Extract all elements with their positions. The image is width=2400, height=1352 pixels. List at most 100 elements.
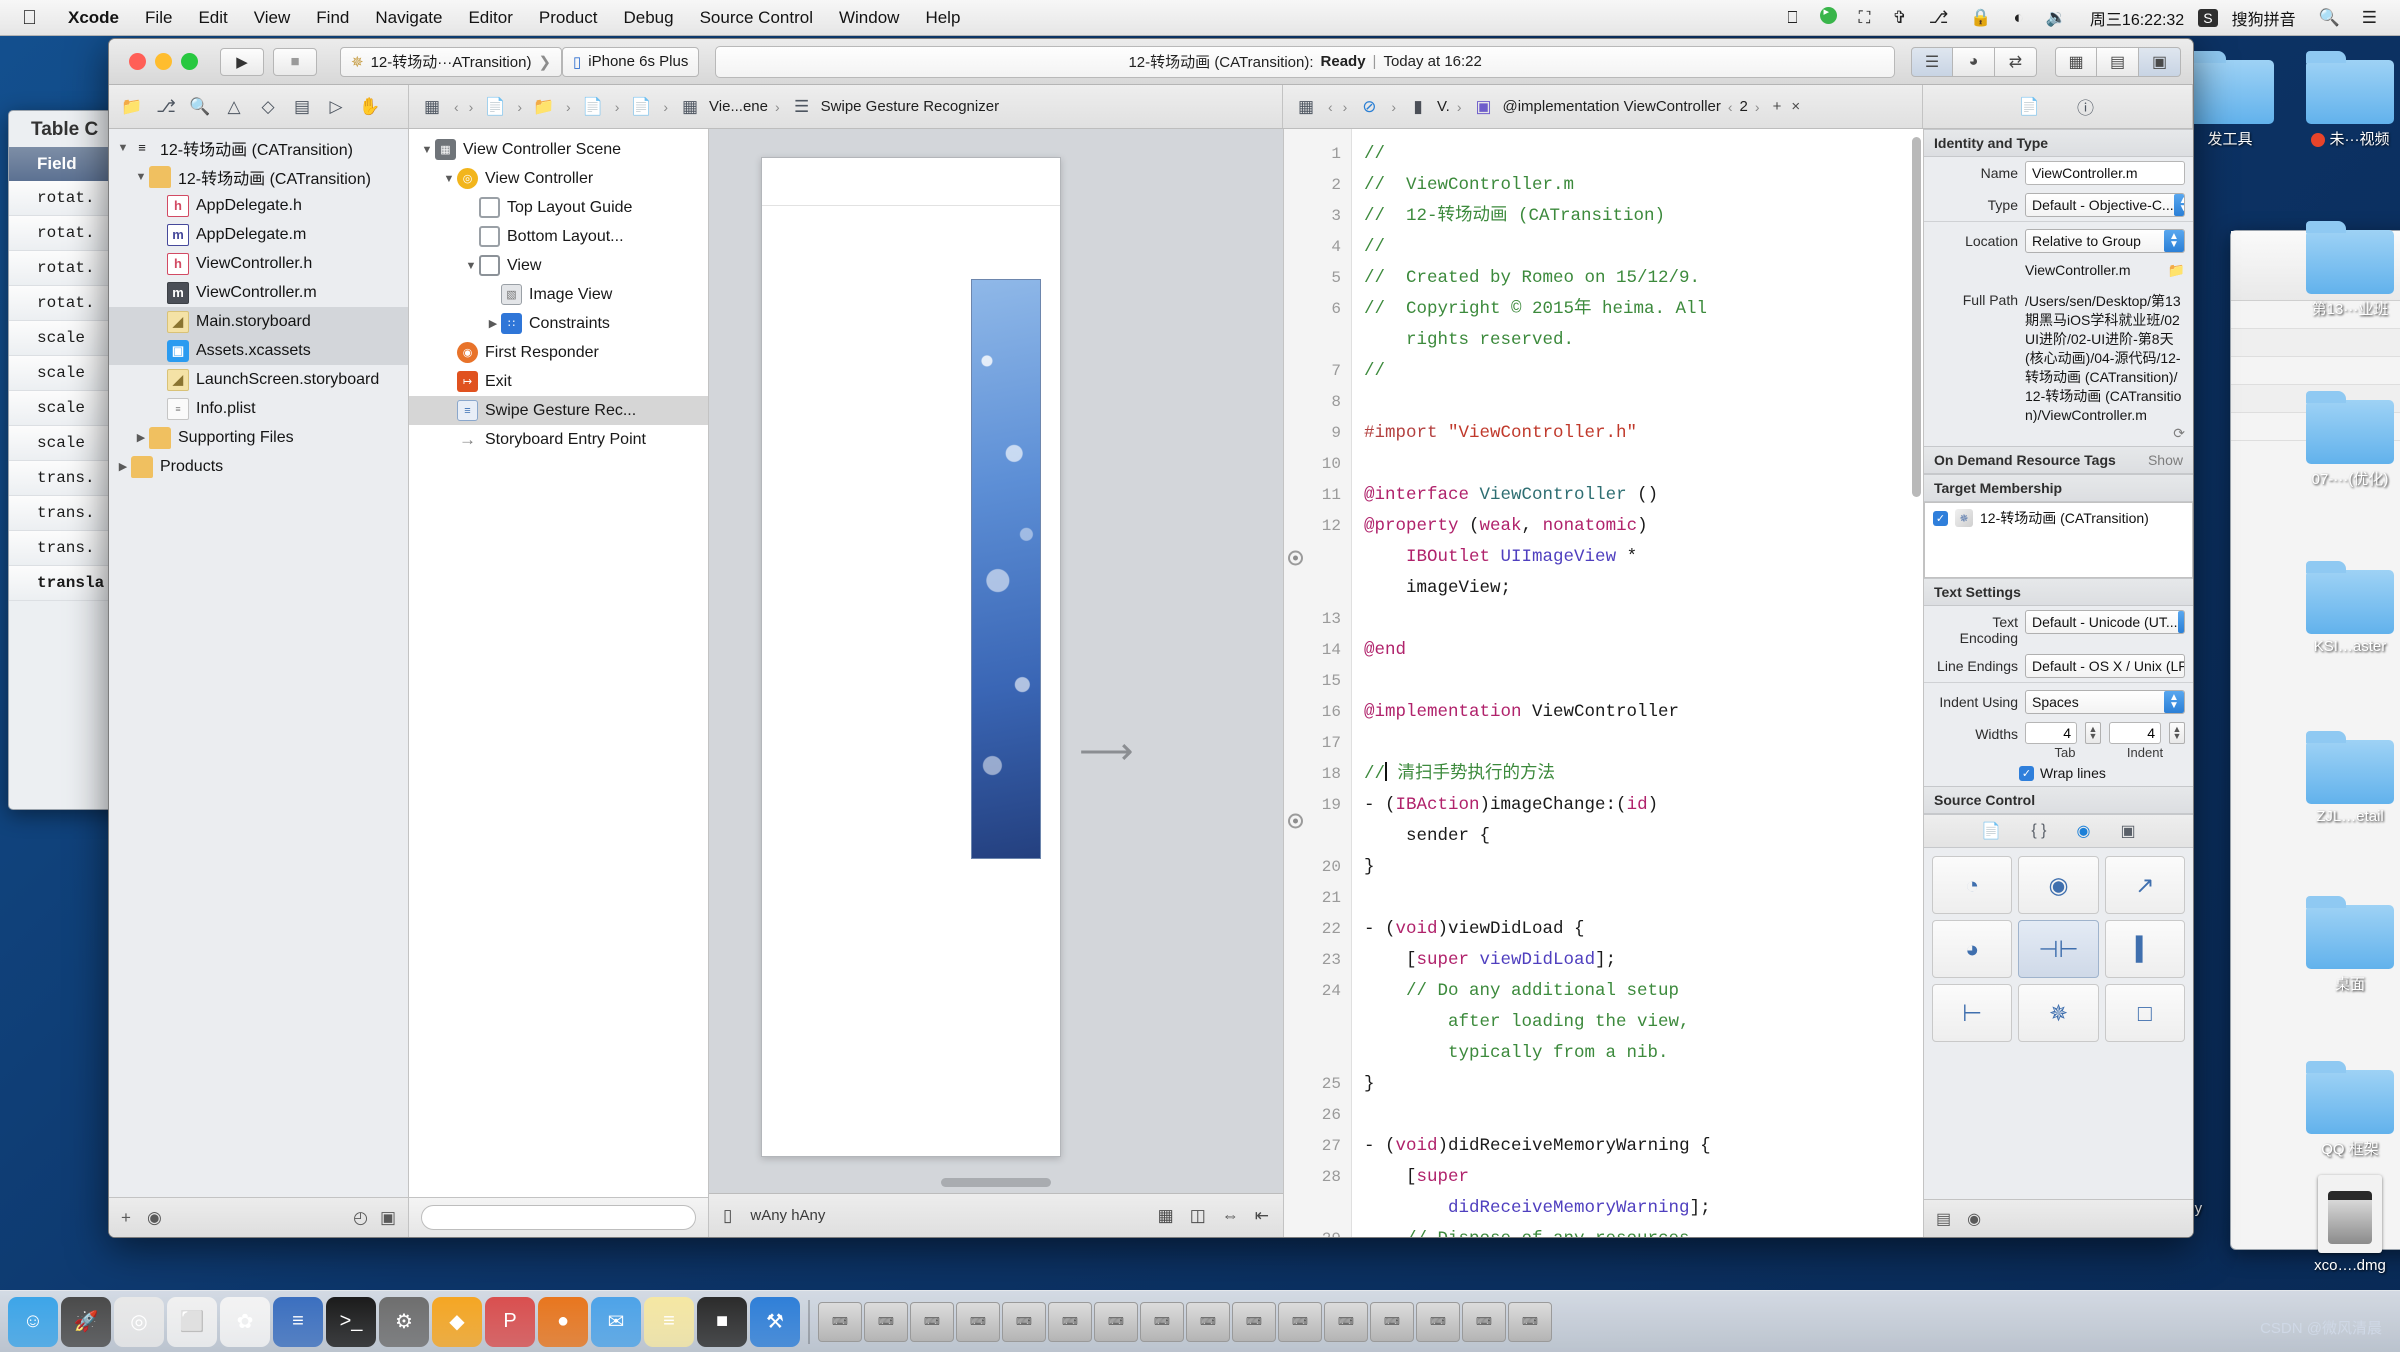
location-popup[interactable]: Relative to Group ▲ ▼: [2025, 229, 2185, 253]
menu-item-product[interactable]: Product: [526, 8, 611, 28]
code-line-13[interactable]: [1364, 604, 1915, 635]
code-line-4[interactable]: //: [1364, 232, 1915, 263]
code-line-9[interactable]: #import "ViewController.h": [1364, 418, 1915, 449]
on-demand-show-button[interactable]: Show: [2148, 452, 2183, 468]
ib-outline-item-2[interactable]: ▶Top Layout Guide: [409, 193, 708, 222]
close-editor-button[interactable]: ×: [1791, 98, 1800, 115]
window-controls[interactable]: [129, 53, 198, 70]
gutter-line-13[interactable]: 13: [1284, 604, 1351, 635]
code-line-28[interactable]: [super didReceiveMemoryWarning];: [1364, 1162, 1915, 1224]
code-line-21[interactable]: [1364, 883, 1915, 914]
gutter-line-22[interactable]: 22: [1284, 914, 1351, 945]
ib-outline-list[interactable]: ▼ ▦ View Controller Scene ▼ ◎ View Controller…: [409, 129, 708, 1197]
constraints-align-icon[interactable]: ⇔: [1222, 1206, 1239, 1226]
gutter-line-29[interactable]: 29: [1284, 1224, 1351, 1237]
desktop-icon[interactable]: 桌面: [2290, 896, 2400, 994]
counter-prev-button[interactable]: ‹: [1725, 99, 1736, 115]
minimize-button[interactable]: [155, 53, 172, 70]
dock-minimized-window[interactable]: ⌨: [1232, 1301, 1276, 1342]
bluetooth-icon[interactable]: ⎇: [1920, 8, 1958, 28]
airplay-icon[interactable]: ⎕: [1778, 8, 1806, 28]
dock-minimized-window[interactable]: ⌨: [1462, 1301, 1506, 1342]
dock[interactable]: ☺ 🚀 ◎ ⬜ ✿ ≡ >_ ⚙ ◆ P ● ✉ ≡ ■ ⚒ ⌨ ⌨ ⌨ ⌨ ⌨ ⌨ ⌨ ⌨ ⌨ ⌨ ⌨ ⌨ ⌨ ⌨ ⌨ ⌨: [0, 1290, 2400, 1352]
editor-crumb-file[interactable]: V.: [1437, 98, 1450, 115]
file-icon[interactable]: 📄: [626, 92, 656, 122]
calculator-icon[interactable]: ≡: [273, 1296, 323, 1347]
code-line-29[interactable]: // Dispose of any resources: [1364, 1224, 1915, 1237]
constraints-stack-icon[interactable]: ◫: [1190, 1206, 1206, 1226]
tab-width-stepper[interactable]: ▲ ▼: [2085, 722, 2101, 744]
terminal-icon[interactable]: >_: [326, 1296, 376, 1347]
launchpad-icon[interactable]: 🚀: [61, 1296, 111, 1347]
menu-item-xcode[interactable]: Xcode: [55, 8, 132, 28]
code-line-25[interactable]: }: [1364, 1069, 1915, 1100]
ib-outline-item-8[interactable]: ▶↦Exit: [409, 367, 708, 396]
project-navigator-list[interactable]: ▼ ≡ 12-转场动画 (CATransition) ▼ 12-转场动画 (CATran…: [109, 129, 408, 1197]
folder-icon[interactable]: 📁: [117, 92, 147, 122]
sourcecontrol-icon[interactable]: ⎇: [151, 92, 181, 122]
wrap-lines-row[interactable]: ✓ Wrap lines: [1924, 760, 2193, 786]
ib-outline-item-9[interactable]: ▶≡Swipe Gesture Rec...: [409, 396, 708, 425]
reveal-in-finder-icon[interactable]: ⟳: [2025, 425, 2185, 442]
xcode-window[interactable]: ▶ ■ ✵ 12-转场动···ATransition) ❯ ▯ iPhone 6…: [108, 38, 2194, 1238]
gutter-line-6[interactable]: 6: [1284, 294, 1351, 356]
indent-width-stepper[interactable]: ▲ ▼: [2169, 722, 2185, 744]
device-selector[interactable]: ▯ iPhone 6s Plus: [562, 46, 700, 77]
related-items-icon[interactable]: ▦: [417, 92, 447, 122]
sourcecontrol-filter-icon[interactable]: ▣: [380, 1208, 396, 1228]
gutter-line-24[interactable]: 24: [1284, 976, 1351, 1069]
search-icon[interactable]: 🔍: [185, 92, 215, 122]
gutter-line-25[interactable]: 25: [1284, 1069, 1351, 1100]
no-edit-icon[interactable]: ⊘: [1354, 92, 1384, 122]
scheme-selector[interactable]: ✵ 12-转场动···ATransition) ❯: [340, 46, 563, 77]
zoom-out-icon[interactable]: ▦: [1158, 1206, 1174, 1226]
standard-editor-icon[interactable]: ☰: [1911, 46, 1953, 77]
storyboard-canvas-inner[interactable]: ⟶: [709, 129, 1283, 1193]
ib-back-button[interactable]: ‹: [451, 99, 462, 115]
ib-outline-item-5[interactable]: ▶▧Image View: [409, 280, 708, 309]
disclosure-triangle-icon[interactable]: ▶: [133, 431, 149, 444]
settings-icon[interactable]: ⚙: [379, 1296, 429, 1347]
camera-icon[interactable]: ⛶: [1850, 8, 1880, 28]
desktop-icon[interactable]: KSI…aster: [2290, 561, 2400, 655]
menu-item-debug[interactable]: Debug: [610, 8, 686, 28]
ib-outline-item-7[interactable]: ▶◉First Responder: [409, 338, 708, 367]
gutter-line-4[interactable]: 4: [1284, 232, 1351, 263]
menu-item-view[interactable]: View: [241, 8, 304, 28]
xcode-icon[interactable]: ⚒: [750, 1296, 800, 1347]
code-line-15[interactable]: [1364, 666, 1915, 697]
project-navigator[interactable]: ▼ ≡ 12-转场动画 (CATransition) ▼ 12-转场动画 (CATran…: [109, 129, 409, 1237]
navigator-item-3[interactable]: ▶mAppDelegate.m: [109, 220, 408, 249]
editor-gutter[interactable]: 1 2 3 4 5 6 7 8 9 10 11 12 13 14 15 16 17 18 19 20 21 22 23 24 2…: [1284, 129, 1352, 1237]
swipe-icon[interactable]: ☰: [787, 92, 817, 122]
menu-item-help[interactable]: Help: [912, 8, 973, 28]
sketch-icon[interactable]: ◆: [432, 1296, 482, 1347]
panel-toggle-buttons[interactable]: ▦ ▤ ▣: [2055, 46, 2181, 77]
code-line-26[interactable]: [1364, 1100, 1915, 1131]
square-icon[interactable]: □: [2104, 984, 2185, 1042]
ib-outline-item-6[interactable]: ▶ ∷ Constraints: [409, 309, 708, 338]
breakpoint-icon[interactable]: [1288, 813, 1303, 829]
code-line-16[interactable]: @implementation ViewController: [1364, 697, 1915, 728]
menu-item-file[interactable]: File: [132, 8, 185, 28]
gutter-line-12[interactable]: 12: [1284, 511, 1351, 604]
notification-center-icon[interactable]: ☰: [2353, 8, 2386, 28]
ib-outline-item-4[interactable]: ▼ View: [409, 251, 708, 280]
disclosure-triangle-icon[interactable]: ▶: [485, 317, 501, 330]
gutter-line-5[interactable]: 5: [1284, 263, 1351, 294]
volume-icon[interactable]: 🔉: [2037, 8, 2076, 28]
dock-app-list[interactable]: ☺ 🚀 ◎ ⬜ ✿ ≡ >_ ⚙ ◆ P ● ✉ ≡ ■ ⚒: [8, 1296, 800, 1347]
storyboard-canvas[interactable]: ⟶ ▯ wAny hAny ▦ ◫ ⇔ ⇤: [709, 129, 1283, 1237]
navigator-item-7[interactable]: ▶▣Assets.xcassets: [109, 336, 408, 365]
desktop-icon[interactable]: 第13···业班: [2290, 221, 2400, 319]
target-membership-item[interactable]: ✓ ✵ 12-转场动画 (CATransition): [1925, 503, 2192, 533]
code-line-11[interactable]: @interface ViewController (): [1364, 480, 1915, 511]
project-icon[interactable]: 📄: [480, 92, 510, 122]
dvd-icon[interactable]: ■: [697, 1296, 747, 1347]
file-inspector-panel[interactable]: Identity and Type Name ViewController.m …: [1923, 129, 2193, 1237]
ib-outline-item-10[interactable]: ▶→Storyboard Entry Point: [409, 425, 708, 454]
paw-icon[interactable]: P: [485, 1296, 535, 1347]
airdrop-icon[interactable]: ✞: [1883, 8, 1915, 28]
library-tab-bar[interactable]: 📄 { } ◉ ▣: [1924, 814, 2193, 848]
editor-crumb-symbol[interactable]: @implementation ViewController: [1502, 98, 1720, 115]
